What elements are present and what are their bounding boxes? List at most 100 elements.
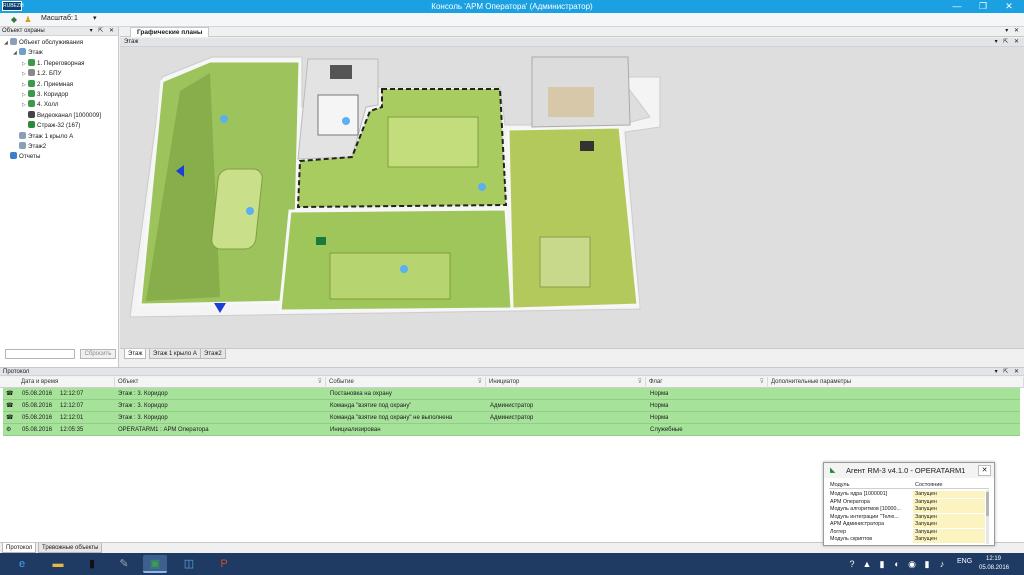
scale-value[interactable]: 1 bbox=[74, 15, 78, 22]
sensor-table-icon[interactable] bbox=[246, 207, 254, 215]
tree-item[interactable]: ▷ 3. Коридор bbox=[22, 90, 68, 100]
column-header[interactable]: Дополнительные параметры bbox=[768, 377, 1024, 388]
sensor-kitchen-icon[interactable] bbox=[342, 117, 350, 125]
agent-module-row[interactable]: Модуль алгоритмов [10000... Запущен bbox=[829, 506, 989, 513]
sync-icon[interactable]: ◐ bbox=[891, 558, 903, 570]
agent-module-row[interactable]: Модуль скриптов Запущен bbox=[829, 536, 989, 543]
explorer-icon[interactable]: ▬ bbox=[46, 555, 70, 573]
table-row[interactable]: ☎ 05.08.2016 12:12:07 Этаж : 3. Коридор Пост… bbox=[3, 388, 1020, 400]
ie-icon[interactable]: e bbox=[10, 555, 34, 573]
agent-close-button[interactable]: ✕ bbox=[978, 465, 991, 476]
clock-time[interactable]: 12:19 bbox=[986, 556, 1001, 562]
protocol-controls[interactable]: ▾ ⇱ ✕ bbox=[995, 368, 1021, 376]
cell-event: Команда "взятие под охрану" bbox=[330, 403, 412, 409]
column-header[interactable]: Инициатор ⊽ bbox=[486, 377, 646, 388]
agent-titlebar: ◣ Агент RM-3 v4.1.0 - OPERATARM1 ✕ bbox=[824, 463, 994, 478]
cell-object: Этаж : 3. Коридор bbox=[118, 415, 168, 421]
control-panel-icon[interactable] bbox=[316, 237, 326, 245]
tools-icon[interactable]: ✎ bbox=[112, 555, 136, 573]
tree-item[interactable]: ▷ 2. Приемная bbox=[22, 79, 74, 90]
table-row[interactable]: ⚙ 05.08.2016 12:05:35 OPERATARM1 : АРМ Опер… bbox=[3, 424, 1020, 436]
cell-date: 05.08.2016 bbox=[22, 427, 53, 433]
cell-initiator: Администратор bbox=[490, 403, 534, 409]
zone-icon bbox=[28, 69, 35, 77]
object-tree-title: Объект охраны bbox=[2, 28, 45, 34]
arm-operator-icon[interactable]: ▣ bbox=[143, 555, 167, 573]
sensor-reception-icon[interactable] bbox=[478, 183, 486, 191]
agent-module-row[interactable]: Модуль ядра [1000001] Запущен bbox=[829, 491, 989, 498]
language-indicator[interactable]: ENG bbox=[957, 558, 972, 565]
column-header[interactable]: Флаг ⊽ bbox=[646, 377, 768, 388]
floor-tab[interactable]: Этаж2 bbox=[200, 349, 226, 359]
agent-module-row[interactable]: АРМ Оператора Запущен bbox=[829, 498, 989, 506]
powerpoint-icon[interactable]: P bbox=[212, 555, 236, 573]
network-icon[interactable]: ◉ bbox=[906, 558, 918, 570]
tree-item[interactable]: Страж-32 (167) bbox=[22, 121, 80, 131]
agent-scroll-thumb[interactable] bbox=[986, 492, 989, 516]
tab-graphic-plans[interactable]: Графические планы bbox=[130, 27, 210, 37]
user-icon[interactable]: ♟ bbox=[23, 15, 33, 25]
admin-icon[interactable]: ◫ bbox=[177, 555, 201, 573]
column-header[interactable]: Событие ⊽ bbox=[326, 377, 486, 388]
close-button[interactable]: ✕ bbox=[998, 0, 1020, 13]
floor-tab[interactable]: Этаж bbox=[124, 349, 147, 359]
agent-module-row[interactable]: АРМ Администратора Запущен bbox=[829, 521, 989, 528]
reset-button[interactable]: Сбросить bbox=[80, 349, 116, 359]
tree-item[interactable]: Этаж2 bbox=[13, 142, 46, 152]
event-type-icon: ☎ bbox=[6, 403, 14, 409]
scale-dropdown-icon[interactable]: ▾ bbox=[93, 14, 97, 22]
table-row[interactable]: ☎ 05.08.2016 12:12:01 Этаж : 3. Коридор Кома… bbox=[3, 412, 1020, 424]
panel-controls[interactable]: ▾ ⇱ ✕ bbox=[90, 27, 116, 36]
arm-icon[interactable]: ◆ bbox=[9, 15, 19, 25]
scale-label: Масштаб: bbox=[41, 15, 73, 22]
tree-item[interactable]: ◢ Этаж bbox=[13, 48, 43, 58]
filter-icon[interactable]: ⊽ bbox=[760, 377, 764, 388]
floor-tab[interactable]: Этаж 1 крыло А bbox=[149, 349, 201, 359]
agent-module-state: Запущен bbox=[913, 528, 985, 536]
floor-icon bbox=[19, 48, 26, 56]
help-icon[interactable]: ? bbox=[846, 558, 858, 570]
bottom-tab[interactable]: Протокол bbox=[2, 543, 37, 553]
camera-icon[interactable] bbox=[580, 141, 594, 151]
restore-button[interactable]: ❐ bbox=[972, 0, 994, 13]
tree-item-label: 1. Переговорная bbox=[37, 59, 85, 67]
document-controls[interactable]: ▾ ✕ bbox=[1005, 27, 1021, 34]
filter-icon[interactable]: ⊽ bbox=[478, 377, 482, 388]
filter-icon[interactable]: ⊽ bbox=[638, 377, 642, 388]
clock-date[interactable]: 05.08.2016 bbox=[979, 565, 1009, 571]
tree-item[interactable]: ▷ 1. Переговорная bbox=[22, 58, 85, 69]
tree-item[interactable]: Отчеты bbox=[4, 152, 40, 162]
agent-module-name: Модуль скриптов bbox=[830, 536, 873, 542]
tree-item[interactable]: Этаж 1 крыло А bbox=[13, 131, 73, 142]
agent-scrollbar[interactable] bbox=[986, 490, 989, 544]
event-type-icon: ⚙ bbox=[6, 427, 12, 433]
tree-item[interactable]: ◢ Объект обслуживания bbox=[4, 38, 83, 48]
document-tabbar: Графические планы ▾ ✕ bbox=[120, 27, 1024, 37]
zone-icon bbox=[28, 90, 35, 97]
table-row[interactable]: ☎ 05.08.2016 12:12:07 Этаж : 3. Коридор Кома… bbox=[3, 400, 1020, 412]
minimize-button[interactable]: — bbox=[946, 0, 968, 13]
window-title: Консоль 'АРМ Оператора' (Администратор) bbox=[431, 2, 593, 11]
agent-module-row[interactable]: Модуль интеграции "Телю... Запущен bbox=[829, 513, 989, 521]
filter-icon[interactable]: ⊽ bbox=[318, 377, 322, 388]
bottom-tab[interactable]: Тревожные объекты bbox=[38, 543, 103, 553]
monitor-icon[interactable]: ▮ bbox=[921, 558, 933, 570]
tray-expand-icon[interactable]: ▲ bbox=[861, 558, 873, 570]
agent-module-row[interactable]: Логгер Запущен bbox=[829, 528, 989, 536]
column-header[interactable]: Дата и время bbox=[18, 377, 115, 388]
tree-item[interactable]: Видеоканал [1000009] bbox=[22, 110, 101, 121]
tree-item-label: 2. Приемная bbox=[37, 80, 74, 88]
floor-plan-canvas[interactable] bbox=[120, 47, 1024, 348]
tree-item[interactable]: ▷ 1.2. БПУ bbox=[22, 69, 61, 79]
tree-item[interactable]: ▷ 4. Холл bbox=[22, 100, 58, 110]
battery-icon[interactable]: ▮ bbox=[876, 558, 888, 570]
tree-search-input[interactable] bbox=[5, 349, 75, 359]
floor-view-controls[interactable]: ▾ ⇱ ✕ bbox=[995, 38, 1021, 47]
column-header[interactable]: Объект ⊽ bbox=[115, 377, 326, 388]
cell-object: Этаж : 3. Коридор bbox=[118, 403, 168, 409]
volume-icon[interactable]: ♪ bbox=[936, 558, 948, 570]
console-icon[interactable]: ▮ bbox=[80, 555, 104, 573]
agent-module-state: Запущен bbox=[913, 536, 985, 543]
sensor-meeting-icon[interactable] bbox=[220, 115, 228, 123]
sensor-corridor-icon[interactable] bbox=[400, 265, 408, 273]
